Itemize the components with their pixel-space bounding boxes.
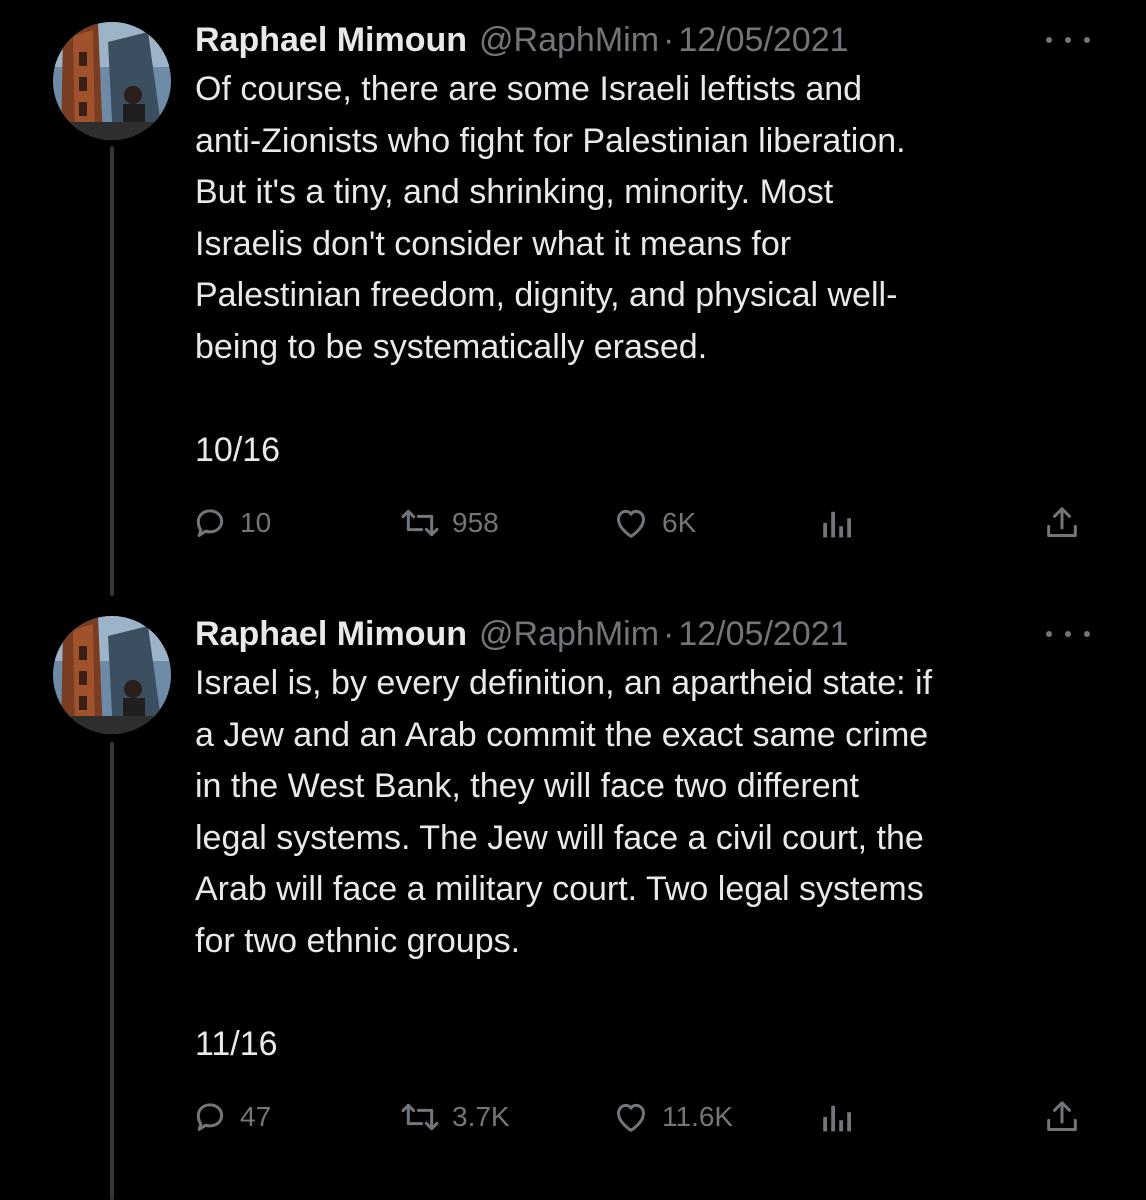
like-count: 6K bbox=[662, 507, 697, 538]
views-icon bbox=[823, 511, 852, 538]
retweet-button[interactable]: 958 bbox=[398, 498, 499, 548]
like-icon bbox=[617, 509, 645, 538]
display-name[interactable]: Raphael Mimoun bbox=[195, 615, 467, 654]
retweet-button[interactable]: 3.7K bbox=[398, 1092, 510, 1142]
avatar-image bbox=[53, 616, 171, 734]
like-button[interactable]: 6K bbox=[610, 498, 696, 548]
tweet-text-line: legal systems. The Jew will face a civil… bbox=[195, 818, 924, 857]
retweet-icon bbox=[401, 509, 439, 537]
tweet-text-line: But it's a tiny, and shrinking, minority… bbox=[195, 173, 834, 211]
tweet[interactable]: Raphael Mimoun @RaphMim · 12/05/2021 Isr… bbox=[0, 612, 1146, 1172]
retweet-count: 958 bbox=[452, 507, 499, 538]
more-options-icon[interactable] bbox=[1046, 30, 1090, 50]
more-options-icon[interactable] bbox=[1046, 624, 1090, 644]
avatar-image bbox=[53, 22, 171, 140]
like-icon bbox=[617, 1103, 645, 1132]
reply-count: 47 bbox=[240, 1101, 272, 1132]
tweet-text: Israel is, by every definition, an apart… bbox=[195, 658, 1095, 1070]
header-separator: · bbox=[663, 20, 675, 59]
display-name[interactable]: Raphael Mimoun bbox=[195, 21, 467, 60]
avatar[interactable] bbox=[53, 22, 171, 140]
reply-button[interactable]: 47 bbox=[190, 1092, 271, 1142]
share-button[interactable] bbox=[1042, 498, 1082, 548]
views-button[interactable] bbox=[820, 498, 852, 548]
tweet-text-line: Israel is, by every definition, an apart… bbox=[195, 664, 933, 702]
tweet-text-line: Israelis don't consider what it means fo… bbox=[195, 224, 792, 263]
header-separator: · bbox=[663, 614, 675, 653]
avatar[interactable] bbox=[53, 616, 171, 734]
tweet-header: Raphael Mimoun @RaphMim · 12/05/2021 bbox=[195, 18, 849, 62]
reply-button[interactable]: 10 bbox=[190, 498, 271, 548]
like-button[interactable]: 11.6K bbox=[610, 1092, 733, 1142]
tweet-actions: 10 958 6K bbox=[190, 498, 1090, 548]
tweet-actions: 47 3.7K 11.6K bbox=[190, 1092, 1090, 1142]
retweet-icon bbox=[401, 1103, 439, 1131]
tweet-header: Raphael Mimoun @RaphMim · 12/05/2021 bbox=[195, 612, 849, 656]
tweet-text-line: Arab will face a military court. Two leg… bbox=[195, 870, 924, 908]
views-button[interactable] bbox=[820, 1092, 852, 1142]
user-handle[interactable]: @RaphMim bbox=[479, 615, 659, 654]
tweet-text: Of course, there are some Israeli leftis… bbox=[195, 64, 1095, 476]
tweet-text-line: Palestinian freedom, dignity, and physic… bbox=[195, 276, 898, 314]
tweet[interactable]: Raphael Mimoun @RaphMim · 12/05/2021 Of … bbox=[0, 18, 1146, 578]
tweet-date[interactable]: 12/05/2021 bbox=[678, 615, 848, 654]
tweet-text-line: for two ethnic groups. bbox=[195, 921, 521, 960]
share-button[interactable] bbox=[1042, 1092, 1082, 1142]
thread-counter: 10/16 bbox=[195, 430, 281, 469]
views-icon bbox=[823, 1105, 852, 1132]
share-icon bbox=[1047, 1101, 1077, 1131]
reply-icon bbox=[196, 1103, 224, 1131]
tweet-date[interactable]: 12/05/2021 bbox=[678, 21, 848, 60]
like-count: 11.6K bbox=[662, 1101, 734, 1132]
tweet-text-line: Of course, there are some Israeli leftis… bbox=[195, 70, 863, 108]
tweet-text-line: in the West Bank, they will face two dif… bbox=[195, 767, 859, 805]
thread-counter: 11/16 bbox=[195, 1024, 278, 1063]
user-handle[interactable]: @RaphMim bbox=[479, 21, 659, 60]
retweet-count: 3.7K bbox=[452, 1101, 510, 1132]
tweet-text-line: anti-Zionists who fight for Palestinian … bbox=[195, 121, 906, 160]
tweet-text-line: a Jew and an Arab commit the exact same … bbox=[195, 715, 929, 754]
tweet-thread: Raphael Mimoun @RaphMim · 12/05/2021 Of … bbox=[0, 0, 1146, 1200]
tweet-text-line: being to be systematically erased. bbox=[195, 327, 708, 366]
reply-count: 10 bbox=[240, 507, 272, 538]
share-icon bbox=[1047, 507, 1077, 537]
reply-icon bbox=[196, 509, 224, 537]
